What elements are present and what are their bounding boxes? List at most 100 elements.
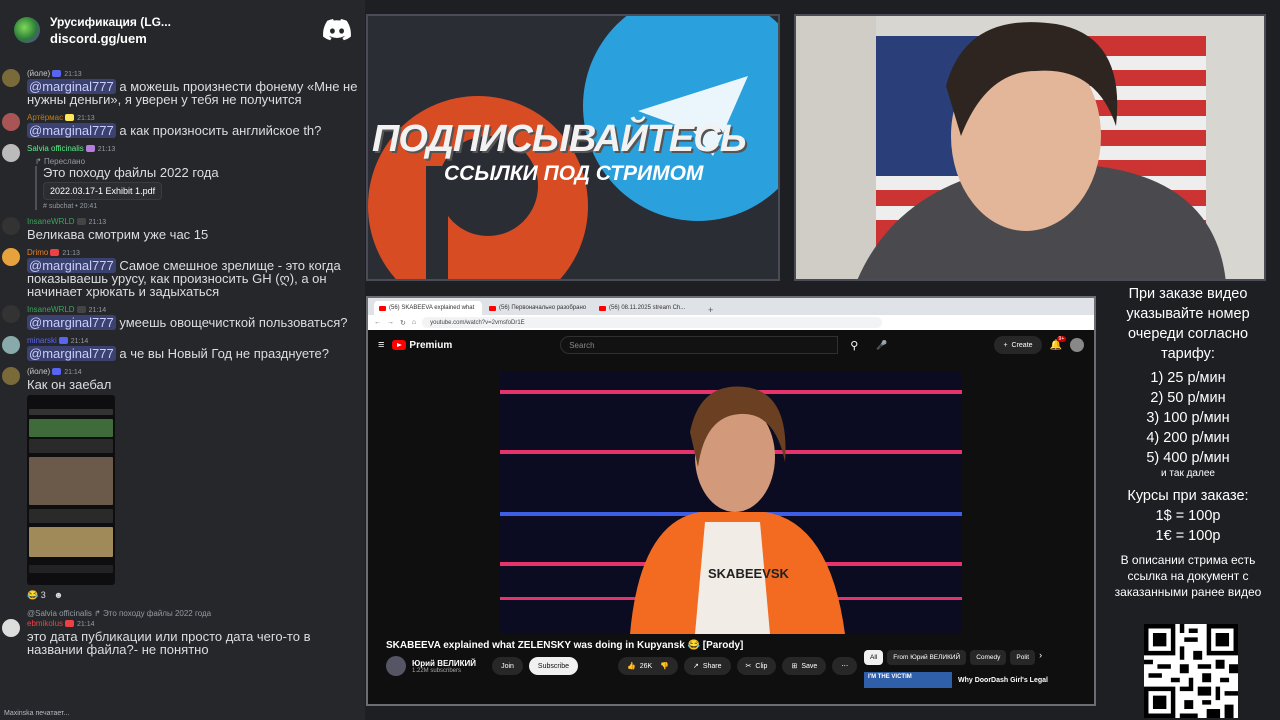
message-author: Salvia officinalis xyxy=(27,144,84,153)
chip-all[interactable]: All xyxy=(864,650,884,665)
browser-tab[interactable]: (56) SKABEEVA explained what xyxy=(374,301,482,315)
search-icon[interactable]: ⚲ xyxy=(850,339,858,352)
recommendation-chips: All From Юрий ВЕЛИКИЙ Comedy Polit › xyxy=(864,650,1042,665)
message-text: Великава смотрим уже час 15 xyxy=(27,227,209,242)
reply-reference[interactable]: @Salvia officinalis ↱ Это походу файлы 2… xyxy=(0,609,365,618)
save-button[interactable]: ⊞ Save xyxy=(782,657,827,675)
message-author: Drimo xyxy=(27,248,49,257)
browser-tab[interactable]: (56) 08.11.2025 stream Ch... xyxy=(594,301,702,315)
clip-button[interactable]: ✂ Clip xyxy=(736,657,777,675)
typing-indicator: Maxinska печатает... xyxy=(4,710,70,717)
server-avatar xyxy=(14,17,40,43)
home-icon[interactable]: ⌂ xyxy=(412,319,416,326)
user-avatar xyxy=(2,336,20,354)
share-icon: ↗ xyxy=(692,663,699,670)
channel-avatar[interactable] xyxy=(386,656,406,676)
reaction-laugh[interactable]: 😂 3 xyxy=(27,590,46,601)
reload-icon[interactable]: ↻ xyxy=(400,319,406,327)
rate-eur: 1€ = 100р xyxy=(1155,528,1221,544)
microphone-icon[interactable]: 🎤 xyxy=(876,340,887,351)
order-info-panel: При заказе видео указывайте номер очеред… xyxy=(1096,284,1280,600)
message-text: это дата публикации или просто дата чего… xyxy=(27,629,311,657)
banner-title: ПОДПИСЫВАЙТЕСЬ xyxy=(372,118,747,160)
tariff-etc: и так далее xyxy=(1161,468,1215,479)
webcam-feed xyxy=(794,14,1266,281)
user-avatar xyxy=(2,217,20,235)
user-avatar xyxy=(2,305,20,323)
like-icon: 👍 xyxy=(627,663,636,670)
recommended-title: Why DoorDash Girl's Legal xyxy=(958,676,1048,684)
user-mention[interactable]: @marginal777 xyxy=(27,123,116,138)
message-time: 21:14 xyxy=(88,307,107,314)
user-avatar xyxy=(2,248,20,266)
search-input[interactable]: Search xyxy=(560,336,839,354)
join-button[interactable]: Join xyxy=(492,657,523,675)
add-reaction-icon[interactable]: ☻ xyxy=(54,590,63,601)
account-avatar[interactable] xyxy=(1070,338,1084,352)
subscribe-button[interactable]: Subscribe xyxy=(528,657,579,675)
message-text: а че вы Новый Год не празднуете? xyxy=(115,346,329,361)
user-avatar xyxy=(2,144,20,162)
tariff-2: 2) 50 р/мин xyxy=(1150,390,1226,406)
message-text: Это походу файлы 2022 года xyxy=(43,165,219,180)
shirt-text: SKABEEVSK xyxy=(708,566,789,581)
chat-message: (йоле) 21:13 @marginal777 а можешь произн… xyxy=(0,68,365,106)
user-avatar xyxy=(2,69,20,87)
dislike-icon[interactable]: 👎 xyxy=(660,662,669,670)
chat-message: InsaneWRLD 21:13 Великава смотрим уже час… xyxy=(0,216,365,241)
qr-code-icon[interactable] xyxy=(1144,624,1238,718)
address-bar: ← → ↻ ⌂ youtube.com/watch?v=2vmsfoDr1E xyxy=(368,315,1094,330)
notifications-icon[interactable]: 🔔 9+ xyxy=(1050,335,1067,351)
like-button[interactable]: 👍 26K 👎 xyxy=(618,657,678,675)
tab-bar: (56) SKABEEVA explained what (56) Первон… xyxy=(368,298,1094,315)
message-author: (йоле) xyxy=(27,367,51,376)
user-avatar xyxy=(2,113,20,131)
image-attachment[interactable] xyxy=(27,395,115,585)
save-icon: ⊞ xyxy=(791,663,798,670)
chat-message: ebmikolus 21:14 это дата публикации или п… xyxy=(0,618,365,656)
video-player[interactable]: SKABEEVSK xyxy=(500,372,962,634)
menu-icon[interactable]: ≡ xyxy=(378,339,384,351)
order-intro: При заказе видео указывайте номер очеред… xyxy=(1126,286,1250,362)
user-mention[interactable]: @marginal777 xyxy=(27,315,116,330)
message-text: Как он заебал xyxy=(27,377,112,392)
message-author: minarski xyxy=(27,336,57,345)
tariff-1: 1) 25 р/мин xyxy=(1150,370,1226,386)
chat-message: Salvia officinalis 21:13 ↱ Переслано Это … xyxy=(0,143,365,210)
message-time: 21:13 xyxy=(88,219,107,226)
subscribe-banner: ПОДПИСЫВАЙТЕСЬ ССЫЛКИ ПОД СТРИМОМ xyxy=(366,14,780,281)
more-actions-icon[interactable]: ⋯ xyxy=(832,657,858,675)
tariff-5: 5) 400 р/мин xyxy=(1146,450,1230,466)
server-name: Урусификация (LG... xyxy=(50,14,171,29)
message-time: 21:13 xyxy=(64,71,82,78)
recommended-video[interactable]: I'M THE VICTIM Why DoorDash Girl's Legal xyxy=(864,672,1048,688)
browser-window: (56) SKABEEVA explained what (56) Первон… xyxy=(366,296,1096,706)
rate-usd: 1$ = 100р xyxy=(1155,508,1221,524)
message-author: Артёрмас xyxy=(27,113,64,122)
message-text: а как произносить английское th? xyxy=(115,123,322,138)
url-field[interactable]: youtube.com/watch?v=2vmsfoDr1E xyxy=(422,317,883,328)
forward-icon[interactable]: → xyxy=(387,319,394,326)
share-button[interactable]: ↗ Share xyxy=(683,657,731,675)
chip-from-channel[interactable]: From Юрий ВЕЛИКИЙ xyxy=(887,650,967,665)
chip-comedy[interactable]: Comedy xyxy=(970,650,1007,665)
browser-tab[interactable]: (56) Первоначально разобрано xyxy=(484,301,592,315)
subscriber-count: 1.22M subscribers xyxy=(412,667,462,674)
forward-source[interactable]: # subchat • 20:41 xyxy=(43,203,359,210)
user-mention[interactable]: @marginal777 xyxy=(27,346,116,361)
video-frame xyxy=(500,372,962,634)
chat-message: minarski 21:14 @marginal777 а че вы Новый… xyxy=(0,335,365,361)
channel-name[interactable]: Юрий ВЕЛИКИЙ xyxy=(412,659,476,668)
chevron-right-icon[interactable]: › xyxy=(1039,650,1042,665)
create-button[interactable]: + Create xyxy=(994,336,1042,354)
back-icon[interactable]: ← xyxy=(374,319,381,326)
new-tab-icon[interactable]: + xyxy=(708,305,713,315)
clip-icon: ✂ xyxy=(745,663,752,670)
message-time: 21:14 xyxy=(77,621,95,628)
message-time: 21:13 xyxy=(62,250,80,257)
file-attachment[interactable]: 2022.03.17-1 Exhibit 1.pdf xyxy=(43,182,163,200)
chip-politics[interactable]: Polit xyxy=(1010,650,1036,665)
youtube-logo[interactable]: Premium xyxy=(392,340,452,351)
message-author: InsaneWRLD xyxy=(27,217,75,226)
youtube-header: ≡ Premium Search ⚲ 🎤 + Create 🔔 9+ xyxy=(368,330,1094,360)
